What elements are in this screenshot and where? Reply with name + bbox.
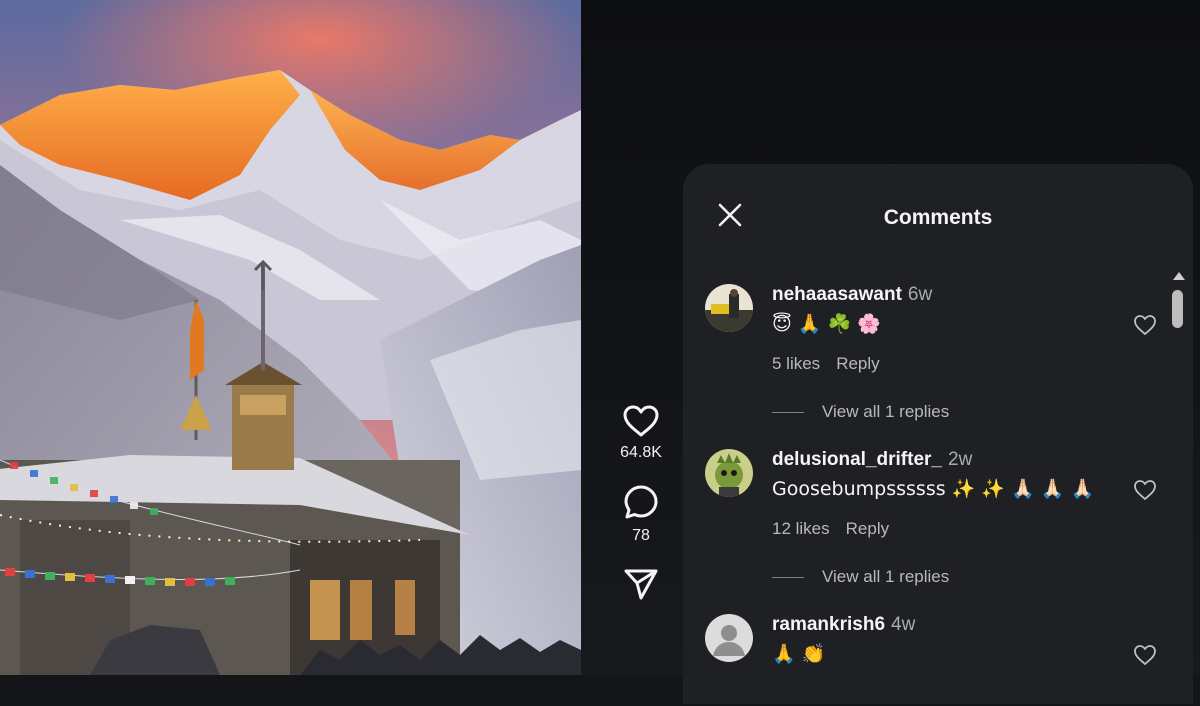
divider: [772, 412, 804, 414]
comment-time: 6w: [907, 284, 933, 305]
avatar[interactable]: [705, 614, 753, 662]
like-button[interactable]: 64.8K: [620, 405, 662, 462]
comment-bubble-icon: [624, 485, 658, 519]
comment-likes[interactable]: 12 likes: [772, 519, 830, 538]
scroll-thumb[interactable]: [1172, 290, 1183, 328]
comment-time: 2w: [948, 449, 973, 470]
scrollbar[interactable]: [1168, 266, 1188, 706]
comment-username[interactable]: ramankrish6: [772, 614, 885, 635]
avatar[interactable]: [705, 284, 753, 332]
view-replies-button[interactable]: View all 1 replies: [772, 402, 949, 422]
avatar[interactable]: [705, 449, 753, 497]
comment-time: 4w: [891, 614, 916, 635]
view-replies-button[interactable]: View all 1 replies: [772, 567, 949, 587]
divider: [772, 577, 804, 579]
comment-likes[interactable]: 5 likes: [772, 354, 820, 373]
heart-icon: [623, 405, 659, 437]
comment-username[interactable]: delusional_drifter_: [772, 449, 942, 470]
panel-title: Comments: [883, 206, 993, 229]
share-button[interactable]: [623, 567, 659, 601]
scroll-up-arrow-icon[interactable]: [1173, 272, 1185, 280]
comment-username[interactable]: nehaaasawant: [772, 284, 902, 305]
mountain-temple-scene: [0, 0, 581, 675]
heart-icon[interactable]: [1133, 479, 1157, 501]
heart-icon[interactable]: [1133, 644, 1157, 666]
reel-video[interactable]: [0, 0, 581, 675]
send-icon: [624, 569, 658, 600]
comment-button[interactable]: 78: [623, 484, 659, 545]
comment-text: 😇 🙏 ☘️ 🌸: [772, 313, 881, 335]
comment-text: Goosebumpssssss ✨ ✨ 🙏🏻 🙏🏻 🙏🏻: [772, 478, 1095, 500]
comment-count: 78: [632, 527, 650, 544]
heart-icon[interactable]: [1133, 314, 1157, 336]
reply-button[interactable]: Reply: [846, 519, 889, 538]
like-count: 64.8K: [620, 444, 662, 461]
reply-button[interactable]: Reply: [836, 354, 879, 373]
comment-text: 🙏 👏: [772, 643, 826, 665]
comments-panel: Comments nehaaasawant 6w 😇 🙏 ☘️ 🌸 5 likes…: [683, 164, 1193, 704]
default-avatar-icon: [705, 614, 753, 662]
reel-actions: 64.8K 78: [610, 405, 672, 601]
